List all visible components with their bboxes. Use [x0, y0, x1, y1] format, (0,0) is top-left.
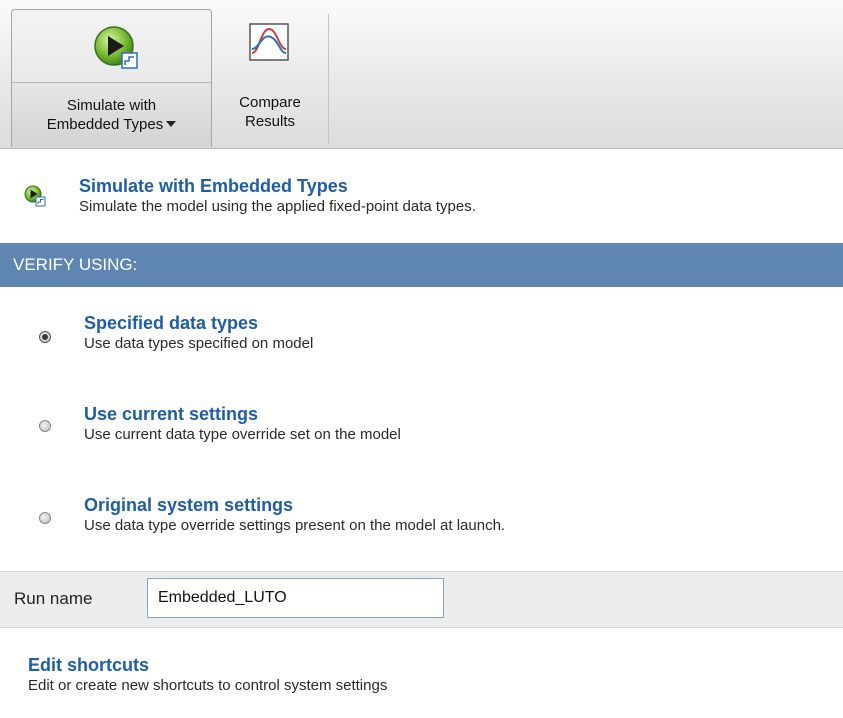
- edit-shortcuts-description: Edit or create new shortcuts to control …: [28, 677, 388, 694]
- edit-shortcuts-item[interactable]: Edit shortcuts Edit or create new shortc…: [28, 654, 387, 695]
- chevron-down-icon: [166, 121, 177, 127]
- simulate-embedded-split-button[interactable]: Simulate with Embedded Types: [11, 9, 212, 147]
- radio-use-current-settings[interactable]: [39, 420, 51, 432]
- compare-button-label-line1: Compare: [239, 94, 301, 111]
- run-embedded-icon: [24, 185, 46, 207]
- option-use-current-settings[interactable]: Use current settings Use current data ty…: [84, 403, 401, 444]
- simulate-embedded-item[interactable]: Simulate with Embedded Types Simulate th…: [79, 175, 476, 216]
- option-title[interactable]: Original system settings: [84, 494, 505, 516]
- option-original-system-settings[interactable]: Original system settings Use data type o…: [84, 494, 505, 535]
- toolstrip: Simulate with Embedded Types Compare Res…: [0, 0, 843, 149]
- run-name-bar: Run name: [0, 571, 843, 628]
- simulate-embedded-title[interactable]: Simulate with Embedded Types: [79, 175, 476, 197]
- simulate-embedded-description: Simulate the model using the applied fix…: [79, 198, 476, 215]
- toolstrip-separator: [328, 14, 329, 144]
- simulate-embedded-run-part[interactable]: [12, 10, 211, 83]
- edit-shortcuts-link[interactable]: Edit shortcuts: [28, 654, 387, 676]
- compare-button-label-line2: Results: [244, 113, 296, 130]
- verify-using-header: VERIFY USING:: [0, 243, 843, 287]
- option-title[interactable]: Specified data types: [84, 312, 313, 334]
- option-title[interactable]: Use current settings: [84, 403, 401, 425]
- option-specified-data-types[interactable]: Specified data types Use data types spec…: [84, 312, 313, 353]
- option-description: Use current data type override set on th…: [84, 426, 401, 443]
- simulate-button-label-line2: Embedded Types: [46, 116, 164, 133]
- option-description: Use data type override settings present …: [84, 517, 506, 534]
- simulate-embedded-dropdown-part[interactable]: Simulate with Embedded Types: [12, 83, 211, 147]
- run-name-label: Run name: [14, 589, 93, 608]
- simulate-button-label-line1: Simulate with: [66, 97, 157, 114]
- radio-specified-data-types[interactable]: [39, 331, 51, 343]
- option-description: Use data types specified on model: [84, 335, 314, 352]
- compare-results-button[interactable]: Compare Results: [216, 12, 324, 146]
- run-embedded-icon: [94, 26, 138, 69]
- compare-results-icon: [249, 23, 289, 61]
- run-name-input[interactable]: [147, 578, 444, 618]
- radio-original-system-settings[interactable]: [39, 512, 51, 524]
